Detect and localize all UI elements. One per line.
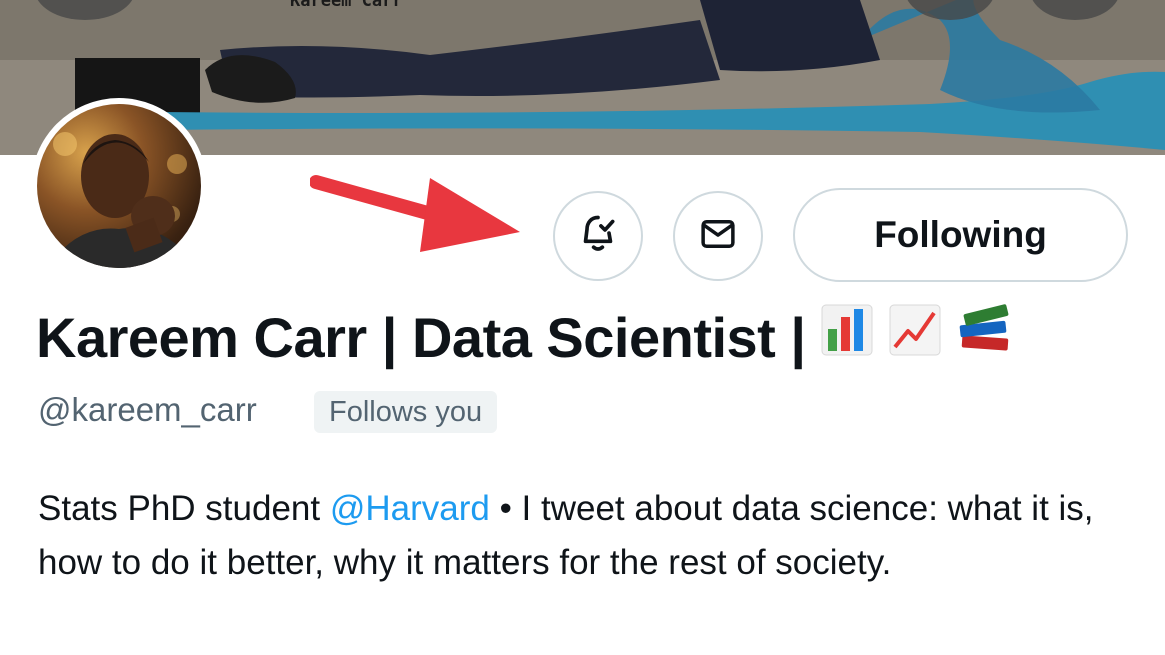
chart-increasing-emoji xyxy=(888,300,942,376)
following-button[interactable]: Following xyxy=(793,188,1128,282)
bell-check-icon xyxy=(576,212,620,261)
bar-chart-emoji xyxy=(820,300,874,376)
notifications-button[interactable] xyxy=(553,191,643,281)
avatar[interactable] xyxy=(31,98,207,274)
envelope-icon xyxy=(697,213,739,260)
profile-handle: @kareem_carr xyxy=(38,391,257,428)
bio-mention-link[interactable]: @Harvard xyxy=(330,489,490,528)
profile-bio: Stats PhD student @Harvard • I tweet abo… xyxy=(38,482,1138,590)
display-name-text: Kareem Carr | Data Scientist | xyxy=(36,306,806,369)
bio-text-start: Stats PhD student xyxy=(38,489,330,528)
message-button[interactable] xyxy=(673,191,763,281)
books-emoji xyxy=(956,300,1014,376)
display-name: Kareem Carr | Data Scientist | xyxy=(36,300,1014,376)
follows-you-badge: Follows you xyxy=(314,391,498,433)
avatar-photo xyxy=(37,104,201,268)
profile-header: Following Kareem Carr | Data Scientist | xyxy=(0,0,1165,655)
annotation-arrow xyxy=(310,175,520,252)
